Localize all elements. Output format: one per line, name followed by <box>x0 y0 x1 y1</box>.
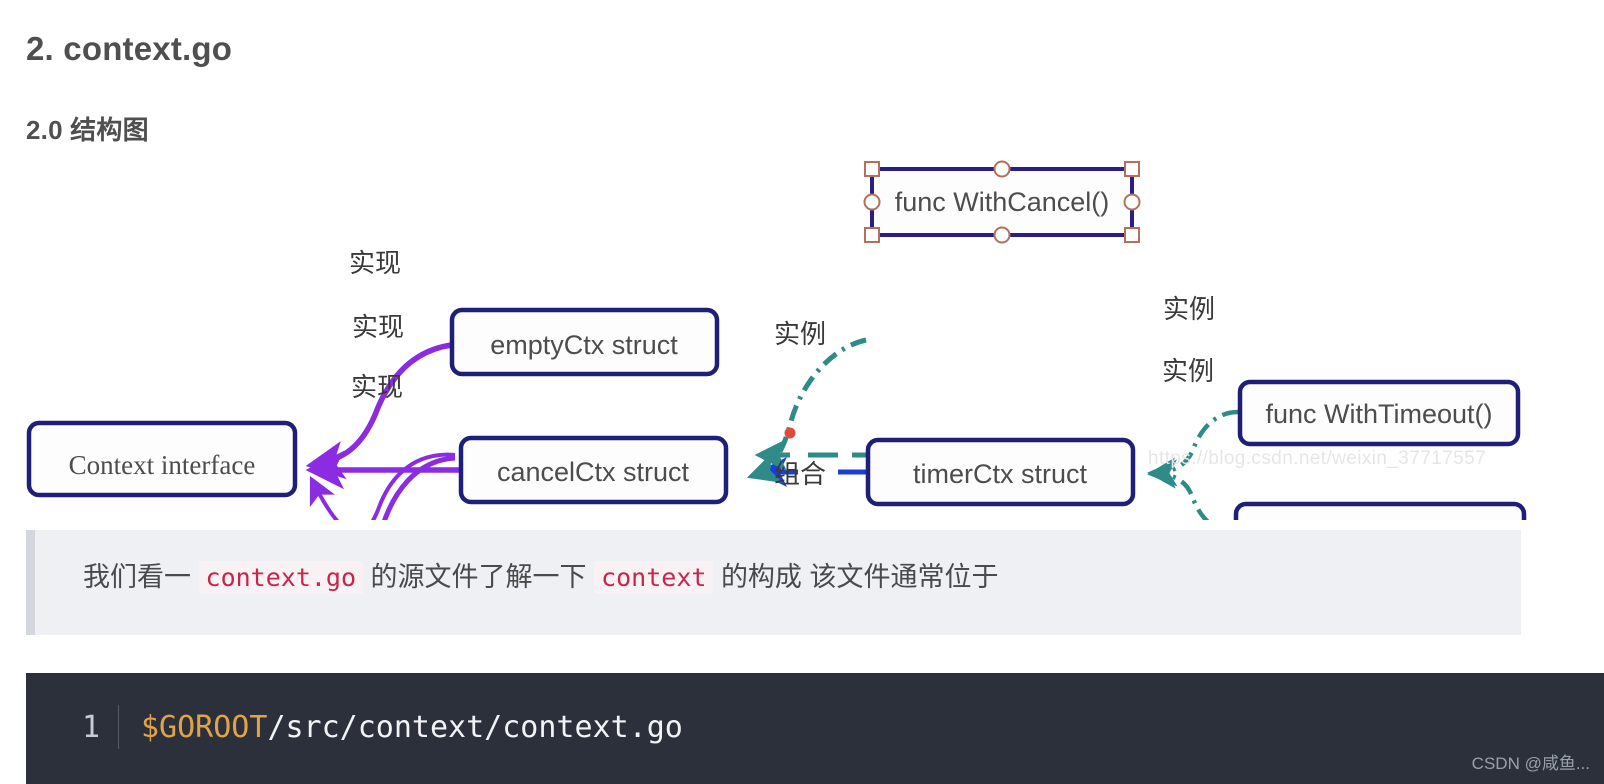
quote-part-3: 的构成 该文件通常位于 <box>720 562 999 592</box>
node-label-empty-ctx: emptyCtx struct <box>490 330 678 360</box>
resize-handle-top-left-icon[interactable] <box>864 161 880 177</box>
resize-handle-top-center-icon[interactable] <box>993 160 1011 178</box>
edge-label-instance-cancel: 实例 <box>774 319 826 349</box>
inline-code-contextgo: context.go <box>198 561 364 594</box>
resize-handle-bottom-center-icon[interactable] <box>993 226 1011 244</box>
edge-instance-withtimeout <box>1147 409 1239 487</box>
edge-label-instance-deadline: 实例 <box>1162 356 1214 386</box>
node-label-context-interface: Context interface <box>69 450 256 480</box>
edge-label-implement-3: 实现 <box>351 372 403 402</box>
code-token-goroot: $GOROOT <box>141 709 268 745</box>
quote-part-2: 的源文件了解一下 <box>370 562 587 592</box>
page-title: 2. context.go <box>26 30 233 68</box>
endpoint-marker-icon <box>784 427 796 439</box>
node-with-deadline[interactable]: func WithDeadline() <box>1233 501 1527 520</box>
code-block[interactable]: 1 $GOROOT /src/context/context.go CSDN @… <box>26 673 1604 784</box>
blockquote: 我们看一 context.go 的源文件了解一下 context 的构成 该文件… <box>26 530 1521 635</box>
resize-handle-bottom-left-icon[interactable] <box>864 227 880 243</box>
resize-handle-top-right-icon[interactable] <box>1124 161 1140 177</box>
quote-part-1: 我们看一 <box>83 562 191 592</box>
node-label-cancel-ctx: cancelCtx struct <box>497 457 690 487</box>
code-line-number: 1 <box>81 709 100 745</box>
resize-handle-middle-left-icon[interactable] <box>863 193 881 211</box>
structure-diagram[interactable]: Context interface emptyCtx struct cancel… <box>0 140 1604 520</box>
resize-handle-bottom-right-icon[interactable] <box>1124 227 1140 243</box>
page-root: 2. context.go 2.0 结构图 Context interface … <box>0 0 1604 784</box>
node-cancel-ctx[interactable]: cancelCtx struct <box>458 435 729 505</box>
node-timer-ctx[interactable]: timerCtx struct <box>865 437 1136 507</box>
inline-code-context: context <box>594 561 714 594</box>
node-with-cancel[interactable]: func WithCancel() <box>870 167 1134 237</box>
edge-label-implement-2: 实现 <box>352 312 404 342</box>
node-label-with-cancel: func WithCancel() <box>895 187 1110 217</box>
node-context-interface[interactable]: Context interface <box>26 420 298 498</box>
node-label-timer-ctx: timerCtx struct <box>913 459 1088 489</box>
node-empty-ctx[interactable]: emptyCtx struct <box>449 307 720 377</box>
code-watermark: CSDN @咸鱼... <box>1471 754 1590 773</box>
node-label-with-timeout: func WithTimeout() <box>1265 399 1492 429</box>
resize-handle-middle-right-icon[interactable] <box>1123 193 1141 211</box>
node-with-timeout[interactable]: func WithTimeout() <box>1237 379 1521 447</box>
edge-label-instance-timeout: 实例 <box>1163 294 1215 324</box>
edge-instance-withdeadline <box>1147 459 1210 520</box>
edge-label-compose: 组合 <box>774 459 826 489</box>
code-line-1: 1 $GOROOT /src/context/context.go <box>26 705 683 749</box>
code-token-path: /src/context/context.go <box>267 709 683 745</box>
edge-implement-empty <box>305 342 453 480</box>
blockquote-text: 我们看一 context.go 的源文件了解一下 context 的构成 该文件… <box>83 561 999 594</box>
edge-label-implement-1: 实现 <box>349 248 401 278</box>
code-gutter-divider <box>118 705 119 749</box>
